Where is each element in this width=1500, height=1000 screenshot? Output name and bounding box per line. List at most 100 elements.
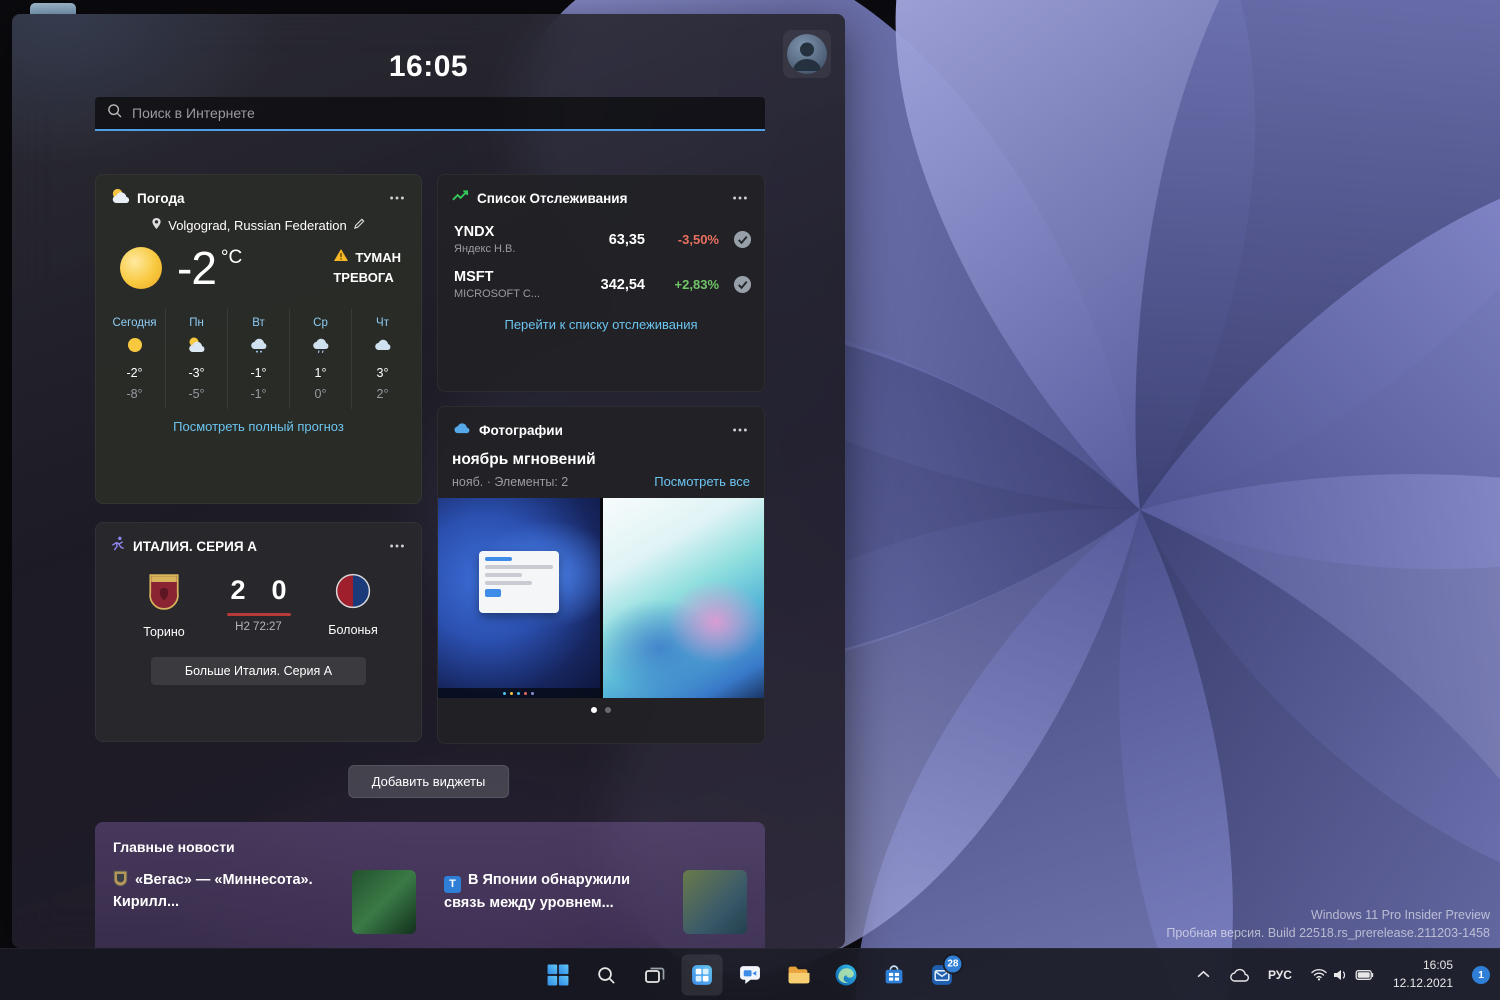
photos-see-all-link[interactable]: Посмотреть все [654, 474, 750, 489]
onedrive-button[interactable] [1221, 956, 1257, 994]
watermark-line-1: Windows 11 Pro Insider Preview [1310, 907, 1490, 922]
task-view-button[interactable] [634, 954, 675, 995]
photos-widget[interactable]: Фотографии ноябрь мгновений нояб. · Элем… [437, 406, 765, 744]
network-volume-battery-group[interactable] [1303, 956, 1382, 994]
alert-text-line2: ТРЕВОГА [333, 270, 394, 285]
stock-row-yndx[interactable]: YNDX Яндекс Н.В. 63,35 -3,50% [438, 217, 764, 262]
desktop: Windows 11 Pro Insider Preview Пробная в… [0, 0, 1500, 1000]
watchlist-widget[interactable]: Список Отслеживания YNDX Яндекс Н.В. 63,… [437, 174, 765, 392]
app-notification-badge: 28 [944, 955, 962, 972]
windows-logo-icon [547, 964, 569, 985]
language-indicator[interactable]: РУС [1260, 956, 1300, 994]
weather-alert[interactable]: ТУМАН ТРЕВОГА [333, 248, 401, 288]
forecast-col-wed[interactable]: Ср 1° 0° [289, 309, 351, 409]
photos-subrow: нояб. · Элементы: 2 Посмотреть все [438, 469, 764, 498]
chat-icon [740, 965, 760, 984]
system-tray: РУС 16:05 12.12.2021 1 [1189, 949, 1494, 1000]
partly-sunny-icon [186, 336, 208, 359]
tray-overflow-button[interactable] [1189, 956, 1218, 994]
watchlist-menu-button[interactable] [724, 186, 756, 210]
search-icon [598, 966, 615, 983]
edit-pencil-icon[interactable] [353, 217, 366, 233]
stock-row-msft[interactable]: MSFT MICROSOFT C... 342,54 +2,83% [438, 262, 764, 307]
pagination-dot[interactable] [605, 707, 611, 713]
weather-header: Погода [96, 175, 421, 217]
stock-price: 342,54 [600, 276, 645, 293]
away-score: 0 [271, 575, 287, 605]
photo-thumbnail-1[interactable] [438, 498, 600, 698]
widgets-button[interactable] [681, 954, 723, 995]
weather-location-row[interactable]: Volgograd, Russian Federation [96, 217, 421, 233]
wifi-icon [1311, 968, 1327, 981]
file-explorer-button[interactable] [778, 954, 819, 995]
start-button[interactable] [538, 954, 579, 995]
notification-center-button[interactable]: 1 [1464, 956, 1494, 994]
clock-calendar-button[interactable]: 16:05 12.12.2021 [1385, 956, 1461, 994]
forecast-col-tue[interactable]: Вт -1° -1° [227, 309, 289, 409]
weather-widget[interactable]: Погода Volgograd, Russian Federation -2 … [95, 174, 422, 504]
forecast-col-today[interactable]: Сегодня -2° -8° [104, 309, 165, 409]
temperature-unit: °C [220, 247, 243, 268]
forecast-col-thu[interactable]: Чт 3° 2° [351, 309, 413, 409]
edge-icon [835, 964, 857, 985]
chat-button[interactable] [730, 954, 771, 995]
taskbar: 28 РУС 16:05 12.12.2021 1 [0, 948, 1500, 1000]
taskbar-search-button[interactable] [586, 954, 627, 995]
screenshot-window [478, 551, 559, 613]
photo-thumbnail-2[interactable] [602, 498, 764, 698]
photos-menu-button[interactable] [724, 418, 756, 442]
away-team-name: Болонья [328, 623, 378, 637]
ellipsis-icon [733, 428, 747, 432]
weather-forecast: Сегодня -2° -8° Пн -3° -5° Вт -1° -1° Ср… [104, 309, 413, 409]
forecast-day-label: Вт [252, 317, 265, 329]
photos-title: Фотографии [479, 422, 563, 438]
check-circle-icon[interactable] [733, 275, 752, 294]
bologna-crest-icon [335, 573, 371, 614]
chevron-up-icon [1197, 970, 1210, 978]
sports-more-button[interactable]: Больше Италия. Серия А [151, 657, 366, 685]
weather-menu-button[interactable] [381, 186, 413, 210]
stock-change: -3,50% [677, 232, 719, 247]
sports-widget[interactable]: ИТАЛИЯ. СЕРИЯ А Торино 2 0 H2 72:27 Боло… [95, 522, 422, 742]
add-widgets-button[interactable]: Добавить виджеты [347, 765, 510, 798]
home-team-name: Торино [143, 625, 185, 639]
stock-ticker: MSFT [454, 269, 494, 285]
team-crest-icon [113, 870, 128, 887]
ellipsis-icon [733, 196, 747, 200]
search-input[interactable] [132, 105, 754, 121]
torino-crest-icon [148, 573, 180, 616]
stock-name: MICROSOFT C... [454, 288, 540, 300]
search-bar[interactable] [95, 97, 765, 131]
badged-app-button[interactable]: 28 [922, 954, 963, 995]
match-row[interactable]: Торино 2 0 H2 72:27 Болонья [96, 565, 421, 639]
news-items: «Вегас» — «Миннесота». Кирилл... TВ Япон… [113, 870, 747, 934]
forecast-low: -5° [188, 387, 205, 401]
sports-menu-button[interactable] [381, 534, 413, 558]
forecast-high: -2° [126, 366, 143, 380]
user-avatar-button[interactable] [783, 30, 831, 78]
search-icon [106, 102, 123, 124]
sleet-cloud-icon [310, 336, 332, 359]
pagination-dot-active[interactable] [591, 707, 597, 713]
screenshot-taskbar [438, 688, 600, 698]
news-item-2[interactable]: TВ Японии обнаружили связь между уровнем… [444, 870, 747, 934]
location-pin-icon [151, 217, 162, 233]
forecast-col-mon[interactable]: Пн -3° -5° [165, 309, 227, 409]
microsoft-store-button[interactable] [874, 954, 915, 995]
ellipsis-icon [390, 196, 404, 200]
forecast-high: 1° [314, 366, 327, 380]
edge-browser-button[interactable] [826, 954, 867, 995]
tray-date: 12.12.2021 [1392, 975, 1453, 990]
watchlist-goto-link[interactable]: Перейти к списку отслеживания [504, 317, 697, 332]
photos-headline: ноябрь мгновений [452, 451, 596, 468]
stock-ticker: YNDX [454, 224, 495, 240]
home-score: 2 [230, 575, 246, 605]
check-circle-icon[interactable] [733, 230, 752, 249]
task-view-icon [644, 967, 664, 983]
forecast-day-label: Пн [189, 317, 204, 329]
stock-change: +2,83% [674, 277, 719, 292]
snow-cloud-icon [248, 336, 270, 359]
weather-full-forecast-link[interactable]: Посмотреть полный прогноз [173, 419, 344, 434]
news-item-1[interactable]: «Вегас» — «Миннесота». Кирилл... [113, 870, 416, 934]
watchlist-title: Список Отслеживания [477, 190, 628, 206]
